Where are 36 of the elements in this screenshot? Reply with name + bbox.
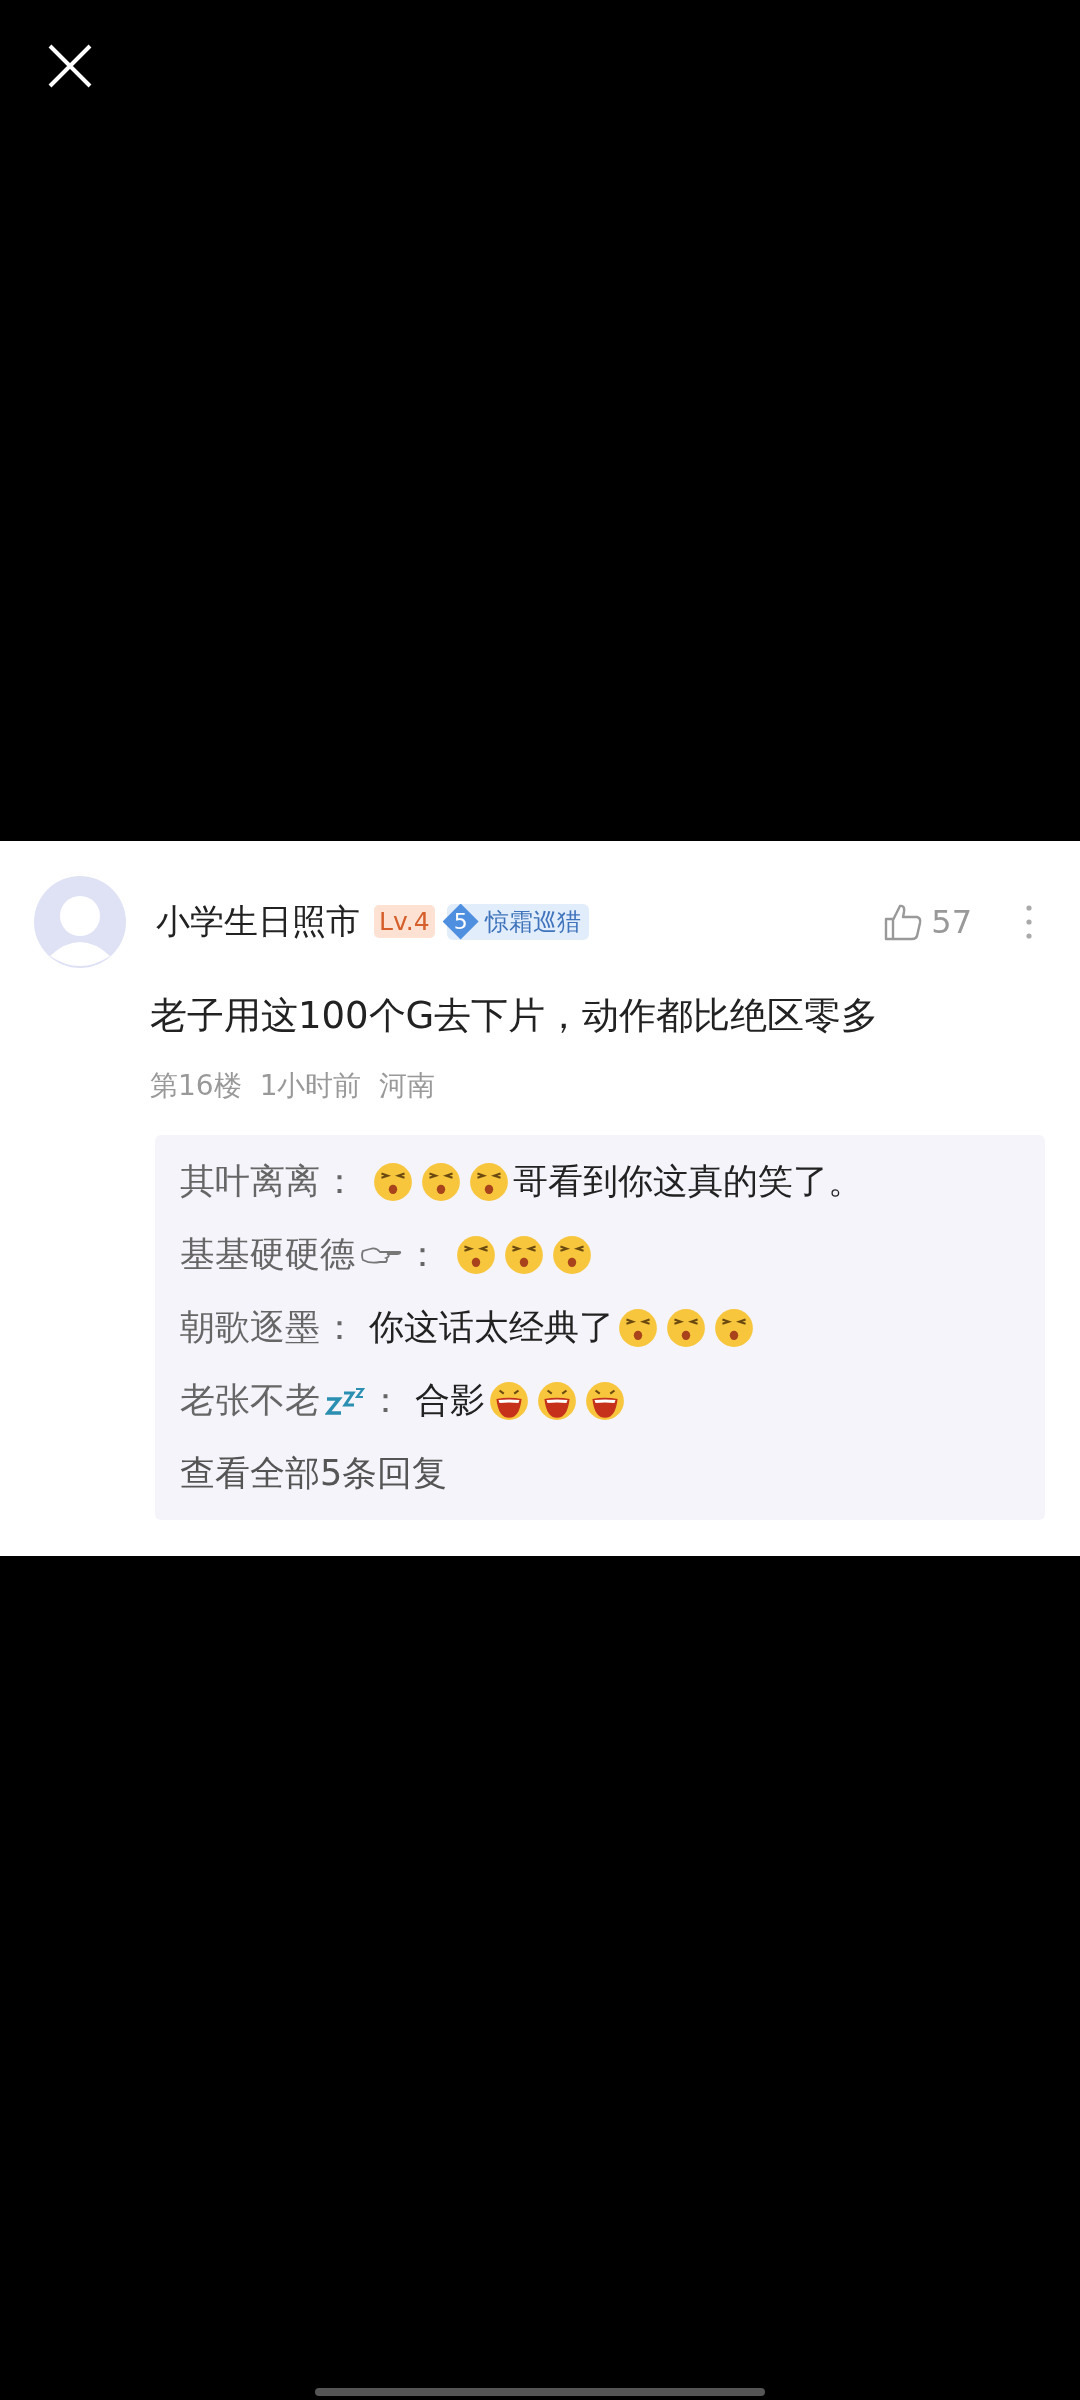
comment-text: 老子用这100个G去下片，动作都比绝区零多 [150, 993, 880, 1039]
close-button[interactable] [46, 42, 94, 90]
reply-author[interactable]: 其叶离离 [180, 1158, 320, 1205]
like-count: 57 [931, 902, 972, 941]
reply-text: 合影 [415, 1379, 485, 1422]
medal-title: 惊霜巡猎 [484, 906, 581, 938]
reply-text: 哥看到你这真的笑了。 [513, 1160, 863, 1203]
emoji-icon [584, 1379, 626, 1422]
username[interactable]: 小学生日照市 [156, 898, 360, 945]
emoji-icon [503, 1233, 545, 1276]
emoji-icon [468, 1160, 510, 1203]
view-all-replies-link[interactable]: 查看全部5条回复 [180, 1437, 1045, 1510]
emoji-icon [488, 1379, 530, 1422]
emoji-icon [372, 1160, 414, 1203]
comment-meta: 1小时前 [259, 1068, 362, 1104]
emoji-icon [617, 1306, 659, 1349]
emoji-icon [420, 1160, 462, 1203]
emoji-icon [455, 1233, 497, 1276]
colon-text: ： [368, 1379, 403, 1422]
reply-author[interactable]: 朝歌逐墨 [180, 1304, 320, 1351]
avatar[interactable] [34, 875, 126, 968]
emoji-icon [665, 1306, 707, 1349]
reply-author[interactable]: 基基硬硬德 [180, 1231, 355, 1278]
emoji-icon [713, 1306, 755, 1349]
colon-text: ： [322, 1160, 357, 1203]
comment-meta: 第16楼 [150, 1068, 242, 1104]
emoji-icon [536, 1379, 578, 1422]
reply-text: 你这话太经典了 [369, 1306, 614, 1349]
emoji-icon [551, 1233, 593, 1276]
colon-text: ： [405, 1233, 440, 1276]
colon-text: ： [322, 1306, 357, 1349]
level-badge: Lv.4 [374, 905, 435, 938]
reply-author[interactable]: 老张不老 [180, 1377, 320, 1424]
more-icon[interactable] [1026, 903, 1032, 940]
close-icon [46, 42, 94, 90]
comment-meta: 河南 [379, 1068, 436, 1104]
